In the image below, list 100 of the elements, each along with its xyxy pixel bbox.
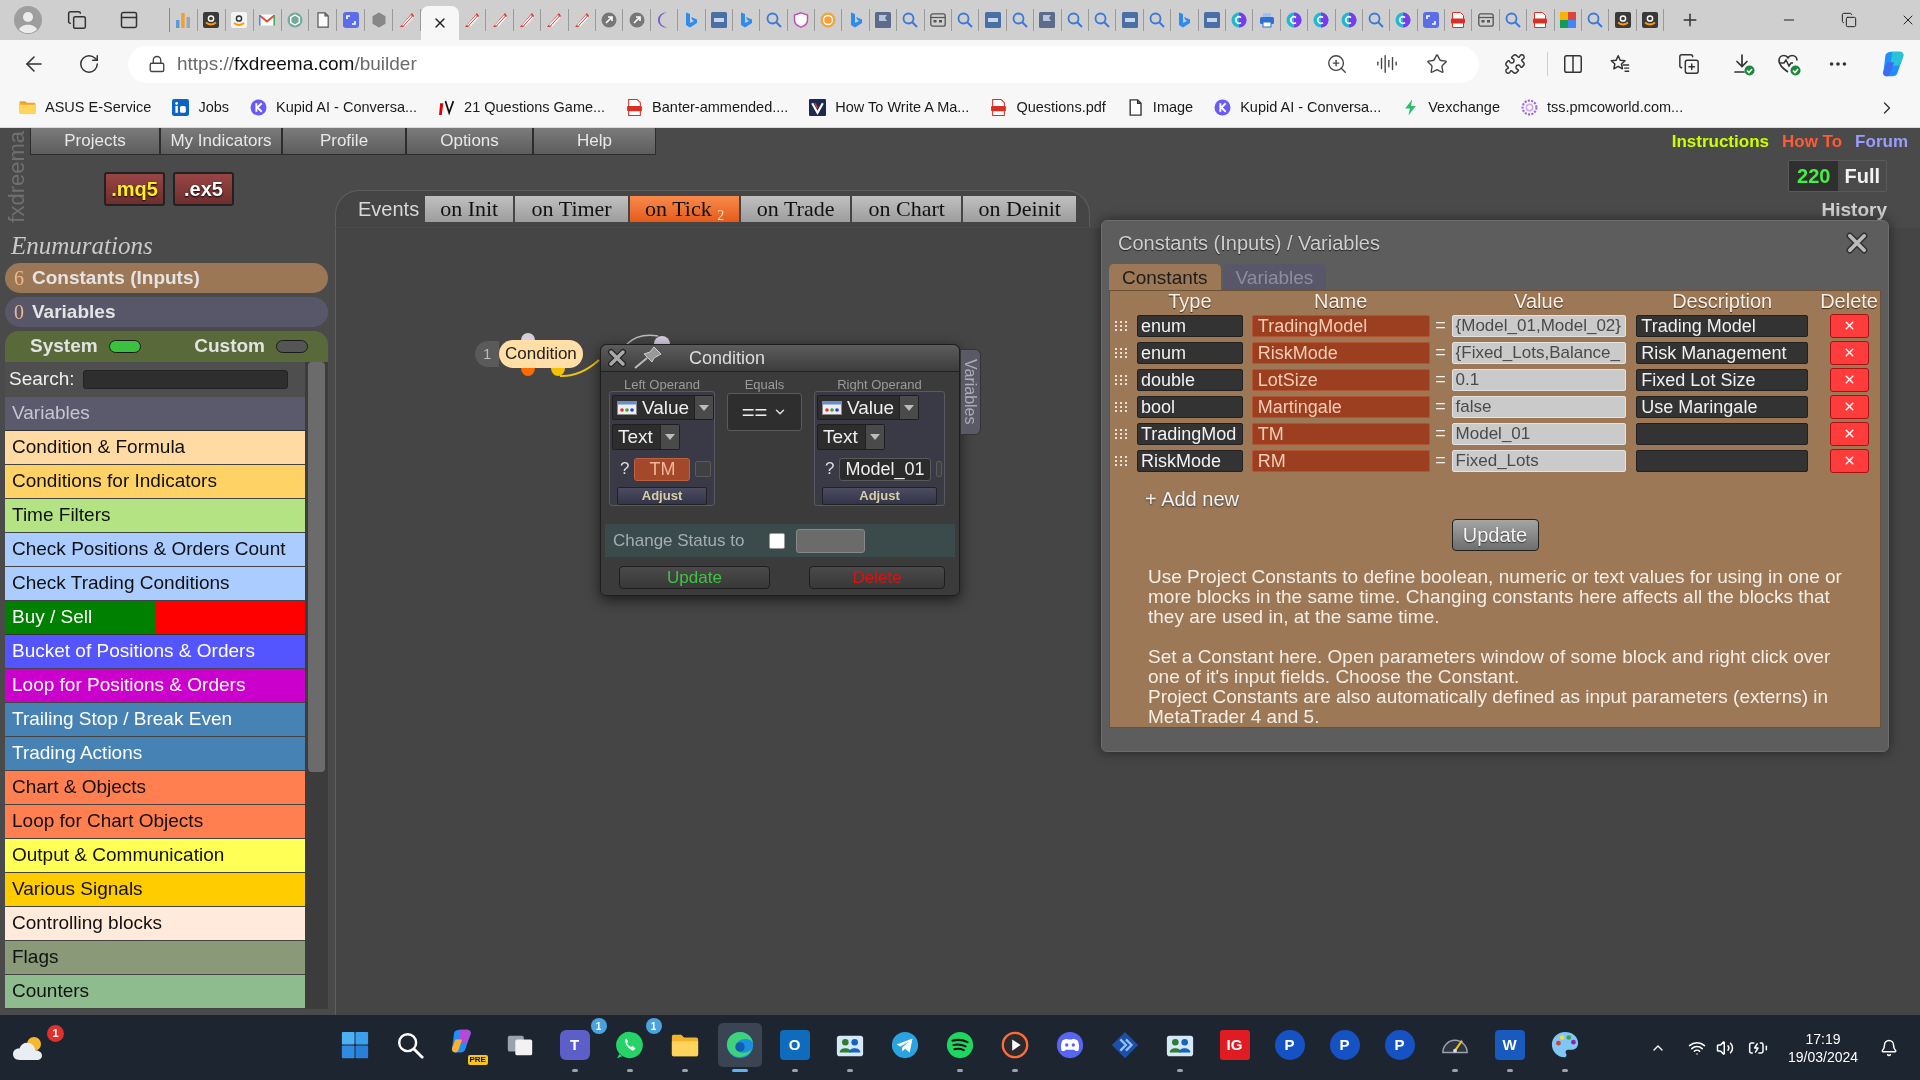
- grip-icon[interactable]: [1115, 374, 1129, 385]
- comparator-select[interactable]: ==: [727, 393, 802, 431]
- sound-lines-icon[interactable]: [1376, 53, 1398, 75]
- update-button[interactable]: Update: [619, 566, 770, 589]
- split-view-icon[interactable]: [1562, 53, 1584, 75]
- bell-icon[interactable]: [1880, 1038, 1898, 1057]
- adjust-button[interactable]: Adjust: [617, 486, 707, 505]
- puzzle-icon[interactable]: [1504, 53, 1526, 75]
- delete-button[interactable]: [1829, 367, 1869, 392]
- file-button[interactable]: .mq5: [104, 172, 165, 206]
- menu-button[interactable]: Projects: [30, 128, 160, 155]
- type-field[interactable]: TradingMod: [1137, 422, 1243, 445]
- taskbar-button[interactable]: [717, 1023, 762, 1067]
- caret-icon[interactable]: [659, 425, 679, 449]
- adjust-button[interactable]: Adjust: [822, 486, 937, 505]
- value-field[interactable]: 0.1: [1451, 368, 1627, 391]
- diamond-arrows-icon[interactable]: [1109, 1030, 1140, 1060]
- description-field[interactable]: Use Maringale: [1636, 395, 1809, 418]
- search-field[interactable]: [83, 370, 289, 389]
- toggle-switch[interactable]: [276, 340, 308, 353]
- type-field[interactable]: bool: [1137, 395, 1243, 418]
- app-tile[interactable]: IG: [1219, 1030, 1250, 1060]
- header-link[interactable]: Forum: [1855, 128, 1908, 155]
- type-field[interactable]: enum: [1137, 341, 1243, 364]
- name-field[interactable]: TM: [1251, 422, 1430, 445]
- checkbox[interactable]: [769, 532, 786, 549]
- event-tab[interactable]: on Tick $_{2}$: [630, 196, 740, 222]
- category-item[interactable]: Output & Communication: [5, 839, 305, 873]
- category-item[interactable]: Controlling blocks: [5, 907, 305, 941]
- menu-button[interactable]: Help: [533, 128, 656, 155]
- category-item[interactable]: Bucket of Positions & Orders: [5, 635, 305, 669]
- bookmark[interactable]: Vexchange: [1402, 92, 1500, 123]
- checkbox[interactable]: [695, 461, 712, 478]
- name-field[interactable]: LotSize: [1251, 368, 1430, 391]
- category-item[interactable]: Flags: [5, 941, 305, 975]
- app-tile[interactable]: O: [779, 1030, 810, 1060]
- bookmark[interactable]: ASUS E-Service: [19, 92, 152, 123]
- menu-button[interactable]: My Indicators: [160, 128, 282, 155]
- value-field[interactable]: false: [1451, 395, 1627, 418]
- status-field[interactable]: [796, 528, 866, 553]
- reload-icon[interactable]: [78, 53, 100, 75]
- counter-label[interactable]: Full: [1838, 161, 1886, 191]
- value-field[interactable]: {Model_01,Model_02}: [1451, 314, 1627, 337]
- event-tab[interactable]: on Chart: [852, 196, 962, 222]
- app-tile[interactable]: T: [559, 1030, 590, 1060]
- category-item[interactable]: Conditions for Indicators: [5, 465, 305, 499]
- delete-button[interactable]: [1829, 448, 1869, 473]
- delete-button[interactable]: [1829, 313, 1869, 338]
- bookmark[interactable]: Banter-ammended....: [626, 92, 789, 123]
- category-item[interactable]: Condition & Formula: [5, 431, 305, 465]
- bookmark[interactable]: How To Write A Ma...: [809, 92, 970, 123]
- add-new-link[interactable]: + Add new: [1145, 487, 1239, 511]
- volume-icon[interactable]: [1716, 1038, 1734, 1057]
- delete-button[interactable]: [1829, 340, 1869, 365]
- category-item[interactable]: Various Signals: [5, 873, 305, 907]
- grip-icon[interactable]: [1115, 320, 1129, 331]
- type-field[interactable]: RiskMode: [1137, 449, 1243, 472]
- delete-button[interactable]: [1829, 394, 1869, 419]
- value-field[interactable]: {Fixed_Lots,Balance_: [1451, 341, 1627, 364]
- description-field[interactable]: [1636, 422, 1809, 445]
- category-item[interactable]: Loop for Positions & Orders: [5, 669, 305, 703]
- zoom-in-icon[interactable]: [1326, 53, 1348, 75]
- play-icon[interactable]: [999, 1030, 1030, 1060]
- stacked-squares-icon[interactable]: [67, 10, 87, 30]
- grip-icon[interactable]: [1115, 455, 1129, 466]
- category-item[interactable]: Counters: [5, 975, 305, 1009]
- star-lines-icon[interactable]: [1609, 53, 1631, 75]
- category-item[interactable]: Chart & Objects: [5, 771, 305, 805]
- name-field[interactable]: RM: [1251, 449, 1430, 472]
- bookmark[interactable]: Jobs: [172, 92, 229, 123]
- description-field[interactable]: Risk Management: [1636, 341, 1809, 364]
- app-tile[interactable]: P: [1384, 1030, 1415, 1060]
- category-item[interactable]: Buy / Sell: [5, 601, 155, 634]
- chat-bubble-icon[interactable]: [614, 1030, 645, 1060]
- bookmark[interactable]: 21 Questions Game...: [438, 92, 606, 123]
- event-tab[interactable]: on Init: [425, 196, 514, 222]
- bookmark[interactable]: Questions.pdf: [990, 92, 1106, 123]
- header-link[interactable]: Instructions: [1671, 128, 1769, 155]
- type-field[interactable]: enum: [1137, 314, 1243, 337]
- format-select[interactable]: Text: [817, 424, 885, 450]
- star-icon[interactable]: [1426, 53, 1448, 75]
- panel-tab[interactable]: Constants: [1109, 264, 1221, 290]
- bookmark[interactable]: Kupid AI - Conversa...: [250, 92, 418, 123]
- source-select[interactable]: Value: [817, 395, 920, 421]
- circle-waves-icon[interactable]: [944, 1030, 975, 1060]
- file-button[interactable]: .ex5: [173, 172, 234, 206]
- delete-button[interactable]: [1829, 421, 1869, 446]
- caret-icon[interactable]: [694, 396, 714, 420]
- grip-icon[interactable]: [1115, 401, 1129, 412]
- name-field[interactable]: RiskMode: [1251, 341, 1430, 364]
- caret-icon[interactable]: [864, 425, 884, 449]
- close-icon[interactable]: [607, 348, 627, 368]
- history-link[interactable]: History: [1821, 200, 1887, 220]
- app-tile[interactable]: W: [1494, 1030, 1525, 1060]
- description-field[interactable]: [1636, 449, 1809, 472]
- grip-icon[interactable]: [1115, 428, 1129, 439]
- download-icon[interactable]: [1731, 52, 1755, 76]
- event-tab[interactable]: on Trade: [741, 196, 851, 222]
- category-item[interactable]: Check Positions & Orders Count: [5, 533, 305, 567]
- window-icon[interactable]: [119, 10, 139, 30]
